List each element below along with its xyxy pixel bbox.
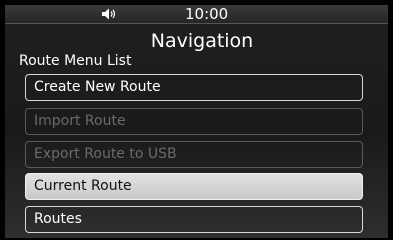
navigation-screen: 10:00 Navigation Route Menu List Create … [5, 5, 388, 238]
import-route-button: Import Route [25, 108, 363, 135]
export-route-to-usb-button: Export Route to USB [25, 141, 363, 168]
create-new-route-button[interactable]: Create New Route [25, 74, 363, 101]
current-route-button[interactable]: Current Route [25, 173, 363, 200]
menu-list-label: Route Menu List [19, 53, 132, 69]
routes-button[interactable]: Routes [25, 206, 363, 233]
clock-time: 10:00 [185, 5, 229, 23]
page-title: Navigation [150, 30, 254, 52]
status-bar: 10:00 [5, 5, 388, 24]
speaker-volume-icon [102, 8, 116, 20]
